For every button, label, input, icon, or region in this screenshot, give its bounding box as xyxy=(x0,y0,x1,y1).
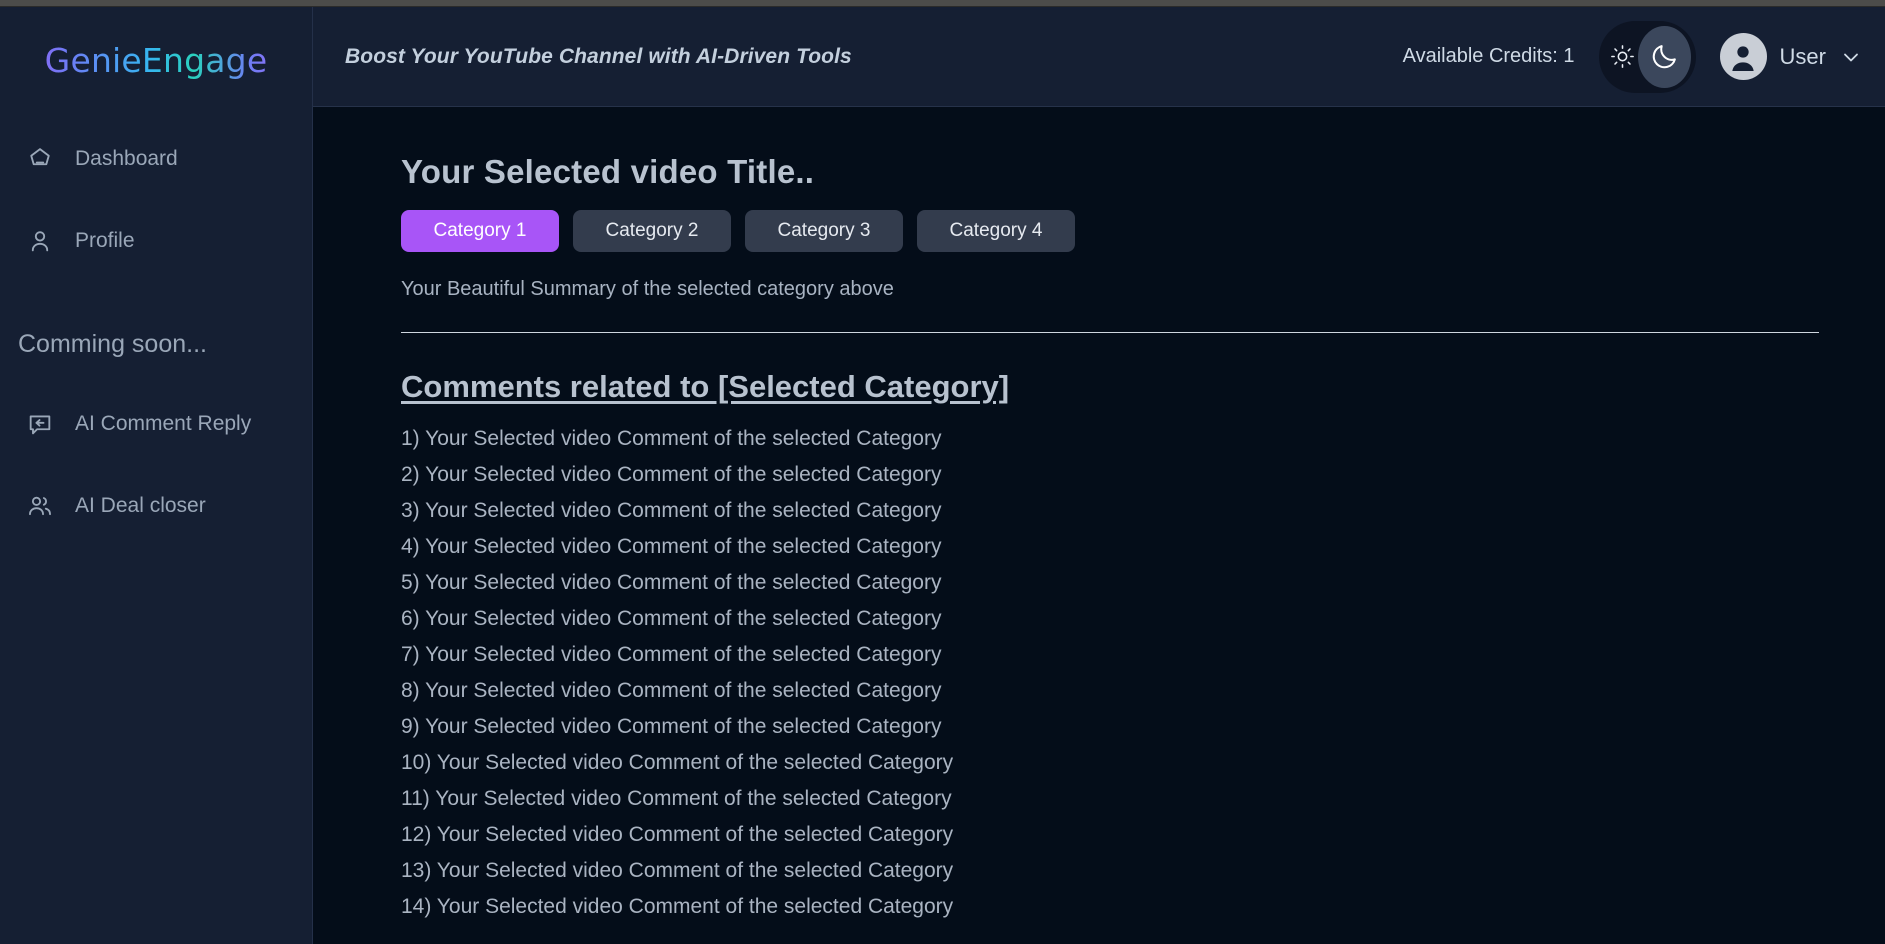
theme-toggle[interactable] xyxy=(1598,20,1696,93)
sidebar: GenieEngage Dashboard Profile Comming so… xyxy=(0,7,313,944)
list-item: 9) Your Selected video Comment of the se… xyxy=(401,715,942,738)
header-tagline: Boost Your YouTube Channel with AI-Drive… xyxy=(345,44,852,68)
section-divider xyxy=(401,332,1819,333)
list-item: 3) Your Selected video Comment of the se… xyxy=(401,499,942,522)
list-item: 1) Your Selected video Comment of the se… xyxy=(401,427,942,450)
avatar-icon xyxy=(1719,33,1767,80)
sidebar-item-ai-comment-reply[interactable]: AI Comment Reply xyxy=(0,397,312,451)
sidebar-item-dashboard[interactable]: Dashboard xyxy=(0,132,312,186)
list-item: 6) Your Selected video Comment of the se… xyxy=(401,607,942,630)
comment-reply-icon xyxy=(25,409,55,439)
list-item: 5) Your Selected video Comment of the se… xyxy=(401,571,942,594)
coming-soon-label: Comming soon... xyxy=(18,330,207,358)
page-title: Your Selected video Title.. xyxy=(401,153,815,190)
list-item: 10) Your Selected video Comment of the s… xyxy=(401,751,954,774)
sidebar-item-label: AI Comment Reply xyxy=(75,412,252,435)
category-tab-4[interactable]: Category 4 xyxy=(917,210,1075,252)
user-menu[interactable]: User xyxy=(1719,33,1863,80)
users-icon xyxy=(25,491,55,521)
sidebar-item-label: AI Deal closer xyxy=(75,494,206,517)
list-item: 4) Your Selected video Comment of the se… xyxy=(401,535,942,558)
user-icon xyxy=(25,226,55,256)
available-credits-label: Available Credits: 1 xyxy=(1402,45,1575,67)
app-logo[interactable]: GenieEngage xyxy=(0,41,312,80)
category-summary: Your Beautiful Summary of the selected c… xyxy=(401,278,894,300)
dashboard-pentagon-icon xyxy=(25,144,55,174)
category-tab-2[interactable]: Category 2 xyxy=(573,210,731,252)
sidebar-item-profile[interactable]: Profile xyxy=(0,214,312,268)
comments-list: 1) Your Selected video Comment of the se… xyxy=(401,424,1795,922)
main-content: Your Selected video Title.. Category 1 C… xyxy=(314,108,1885,944)
sidebar-item-ai-deal-closer[interactable]: AI Deal closer xyxy=(0,479,312,533)
sidebar-item-label: Dashboard xyxy=(75,147,178,170)
top-header: Boost Your YouTube Channel with AI-Drive… xyxy=(313,7,1885,107)
sidebar-secondary-nav: AI Comment Reply AI Deal closer xyxy=(0,397,312,533)
browser-chrome-strip xyxy=(0,0,1885,7)
user-name-label: User xyxy=(1779,43,1826,69)
category-tab-3[interactable]: Category 3 xyxy=(745,210,903,252)
sidebar-item-label: Profile xyxy=(75,229,135,252)
list-item: 12) Your Selected video Comment of the s… xyxy=(401,823,954,846)
app-root: GenieEngage Dashboard Profile Comming so… xyxy=(0,0,1885,944)
category-tab-1[interactable]: Category 1 xyxy=(401,210,559,252)
sun-icon[interactable] xyxy=(1608,39,1638,75)
moon-icon[interactable] xyxy=(1638,25,1691,88)
list-item: 2) Your Selected video Comment of the se… xyxy=(401,463,942,486)
header-right-group: Available Credits: 1 User xyxy=(1402,20,1863,93)
chevron-down-icon[interactable] xyxy=(1839,45,1863,69)
list-item: 14) Your Selected video Comment of the s… xyxy=(401,895,954,918)
list-item: 8) Your Selected video Comment of the se… xyxy=(401,679,942,702)
category-tabs: Category 1 Category 2 Category 3 Categor… xyxy=(401,210,1795,252)
sidebar-primary-nav: Dashboard Profile xyxy=(0,132,312,268)
list-item: 7) Your Selected video Comment of the se… xyxy=(401,643,942,666)
list-item: 13) Your Selected video Comment of the s… xyxy=(401,859,954,882)
comments-heading: Comments related to [Selected Category] xyxy=(401,369,1010,404)
list-item: 11) Your Selected video Comment of the s… xyxy=(401,787,952,810)
